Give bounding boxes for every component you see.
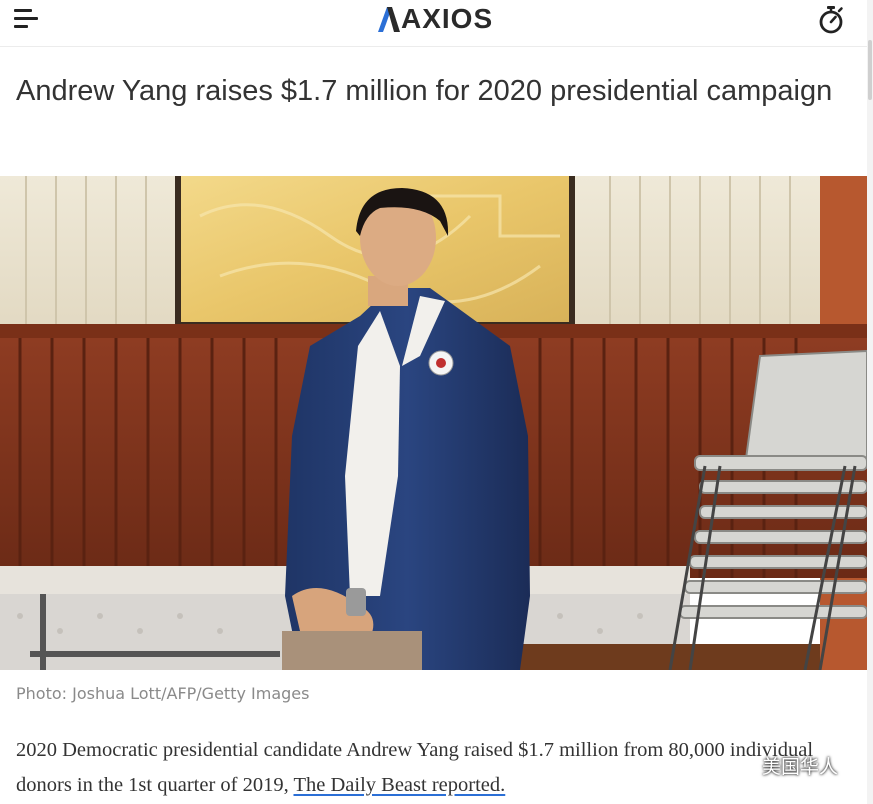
wechat-watermark: 美国华人: [730, 752, 838, 779]
logo-text: AXIOS: [401, 3, 494, 34]
article-body-paragraph: 2020 Democratic presidential candidate A…: [16, 733, 846, 803]
article-headline: Andrew Yang raises $1.7 million for 2020…: [16, 75, 833, 107]
scrollbar-thumb[interactable]: [868, 40, 872, 100]
stopwatch-icon[interactable]: [817, 4, 845, 34]
axios-logo-mark-icon: [378, 7, 400, 32]
top-navigation-bar: AXIOS: [0, 0, 873, 47]
wechat-icon: [730, 755, 756, 776]
axios-logo[interactable]: AXIOS: [378, 1, 493, 37]
hamburger-menu-icon[interactable]: [14, 7, 40, 31]
photo-caption: Photo: Joshua Lott/AFP/Getty Images: [16, 684, 310, 703]
article-photo: [0, 176, 867, 670]
daily-beast-link[interactable]: The Daily Beast reported.: [293, 774, 505, 796]
page-scrollbar[interactable]: [867, 0, 873, 804]
watermark-text: 美国华人: [762, 756, 839, 778]
